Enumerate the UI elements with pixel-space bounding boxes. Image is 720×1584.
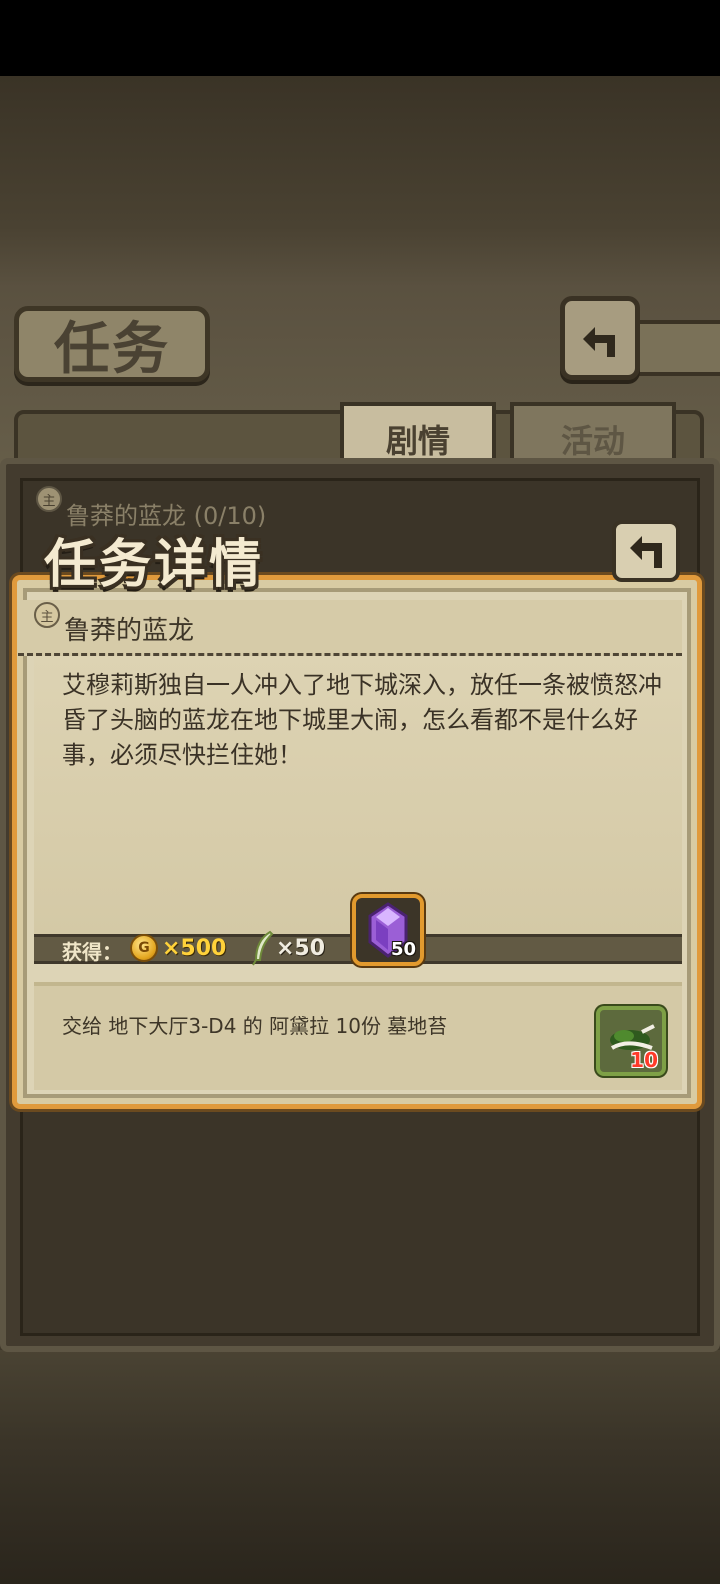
back-arrow-icon	[583, 327, 615, 357]
page-title: 任务	[54, 316, 170, 382]
gold-reward-amount: ×500	[162, 936, 227, 961]
quest-name: 鲁莽的蓝龙	[64, 616, 195, 646]
gold-coin-icon: G	[130, 934, 158, 962]
feather-reward-amount: ×50	[276, 936, 326, 961]
dialog-title: 任务详情	[44, 535, 265, 595]
dialog-close-button[interactable]	[612, 520, 680, 582]
feather-icon	[252, 930, 274, 966]
required-item-count: 10	[630, 1048, 658, 1072]
status-bar	[0, 0, 720, 76]
close-arrow-icon	[630, 536, 662, 568]
crystal-reward-count: 50	[390, 939, 416, 960]
crystal-reward-slot[interactable]: 50	[352, 894, 424, 966]
page-title-plate: 任务	[14, 306, 210, 382]
main-quest-icon: 主	[34, 602, 60, 628]
tab-event-label: 活动	[560, 422, 625, 460]
quest-description: 艾穆莉斯独自一人冲入了地下城深入，放任一条被愤怒冲昏了头脑的蓝龙在地下城里大闹，…	[62, 671, 662, 769]
back-button[interactable]	[560, 296, 640, 380]
header-bar	[636, 320, 720, 376]
map-backdrop-lower	[0, 1350, 720, 1584]
required-item-slot[interactable]: 10	[596, 1006, 666, 1076]
tab-story-label: 剧情	[385, 422, 450, 460]
main-quest-icon: 主	[36, 486, 62, 512]
quest-objective: 交给 地下大厅3-D4 的 阿黛拉 10份 墓地苔	[62, 1014, 448, 1038]
reward-label: 获得：	[62, 940, 122, 964]
